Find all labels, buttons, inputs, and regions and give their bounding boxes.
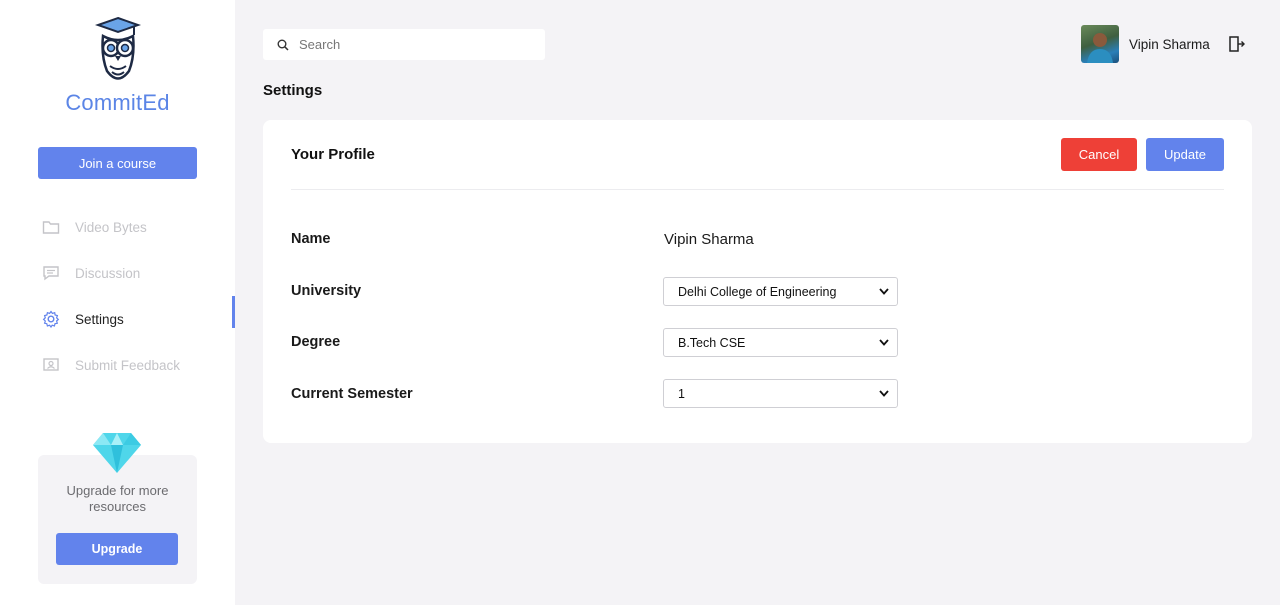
sidebar-item-label: Discussion: [75, 265, 141, 281]
semester-select-value: 1: [678, 386, 685, 401]
profile-card: Your Profile Cancel Update Name Vipin Sh…: [263, 120, 1252, 443]
upgrade-card: Upgrade for more resources Upgrade: [38, 433, 197, 584]
gear-icon: [42, 310, 60, 328]
avatar-image: [1087, 33, 1113, 63]
page-title: Settings: [263, 82, 323, 99]
logout-icon[interactable]: [1228, 35, 1246, 53]
sidebar-item-video-bytes[interactable]: Video Bytes: [0, 204, 235, 250]
degree-select-value: B.Tech CSE: [678, 335, 746, 350]
chat-icon: [42, 264, 60, 282]
card-title: Your Profile: [291, 146, 375, 163]
sidebar-nav: Video Bytes Discussion Settings Submit F…: [0, 204, 235, 388]
university-label: University: [291, 283, 362, 299]
chevron-down-icon: [879, 339, 889, 346]
folder-icon: [42, 218, 60, 236]
avatar[interactable]: [1081, 25, 1119, 63]
semester-label: Current Semester: [291, 386, 413, 402]
sidebar-item-discussion[interactable]: Discussion: [0, 250, 235, 296]
sidebar-item-label: Submit Feedback: [75, 357, 181, 373]
sidebar-item-settings[interactable]: Settings: [0, 296, 235, 342]
search-input[interactable]: [299, 37, 529, 52]
search-icon: [277, 39, 289, 51]
degree-select[interactable]: B.Tech CSE: [663, 328, 898, 357]
sidebar-item-label: Video Bytes: [75, 219, 147, 235]
upgrade-button[interactable]: Upgrade: [56, 533, 178, 565]
sidebar-item-submit-feedback[interactable]: Submit Feedback: [0, 342, 235, 388]
user-menu[interactable]: Vipin Sharma: [1081, 25, 1246, 63]
university-select[interactable]: Delhi College of Engineering: [663, 277, 898, 306]
app-root: CommitEd Join a course Video Bytes Discu…: [0, 0, 1280, 605]
upgrade-text: Upgrade for more resources: [66, 483, 169, 514]
divider: [291, 189, 1224, 190]
sidebar: CommitEd Join a course Video Bytes Discu…: [0, 0, 235, 605]
update-button[interactable]: Update: [1146, 138, 1224, 171]
semester-select[interactable]: 1: [663, 379, 898, 408]
join-course-button[interactable]: Join a course: [38, 147, 197, 179]
cancel-button[interactable]: Cancel: [1061, 138, 1137, 171]
logo[interactable]: [0, 16, 235, 86]
degree-label: Degree: [291, 334, 341, 350]
sidebar-item-label: Settings: [75, 311, 124, 327]
owl-logo-icon: [94, 16, 141, 80]
name-value: Vipin Sharma: [664, 231, 754, 248]
user-name: Vipin Sharma: [1129, 36, 1210, 52]
search-bar[interactable]: [263, 29, 545, 60]
university-select-value: Delhi College of Engineering: [678, 284, 837, 299]
chevron-down-icon: [879, 288, 889, 295]
feedback-icon: [42, 356, 60, 374]
chevron-down-icon: [879, 390, 889, 397]
diamond-icon: [93, 433, 141, 473]
app-name: CommitEd: [65, 90, 170, 115]
name-label: Name: [291, 231, 331, 247]
